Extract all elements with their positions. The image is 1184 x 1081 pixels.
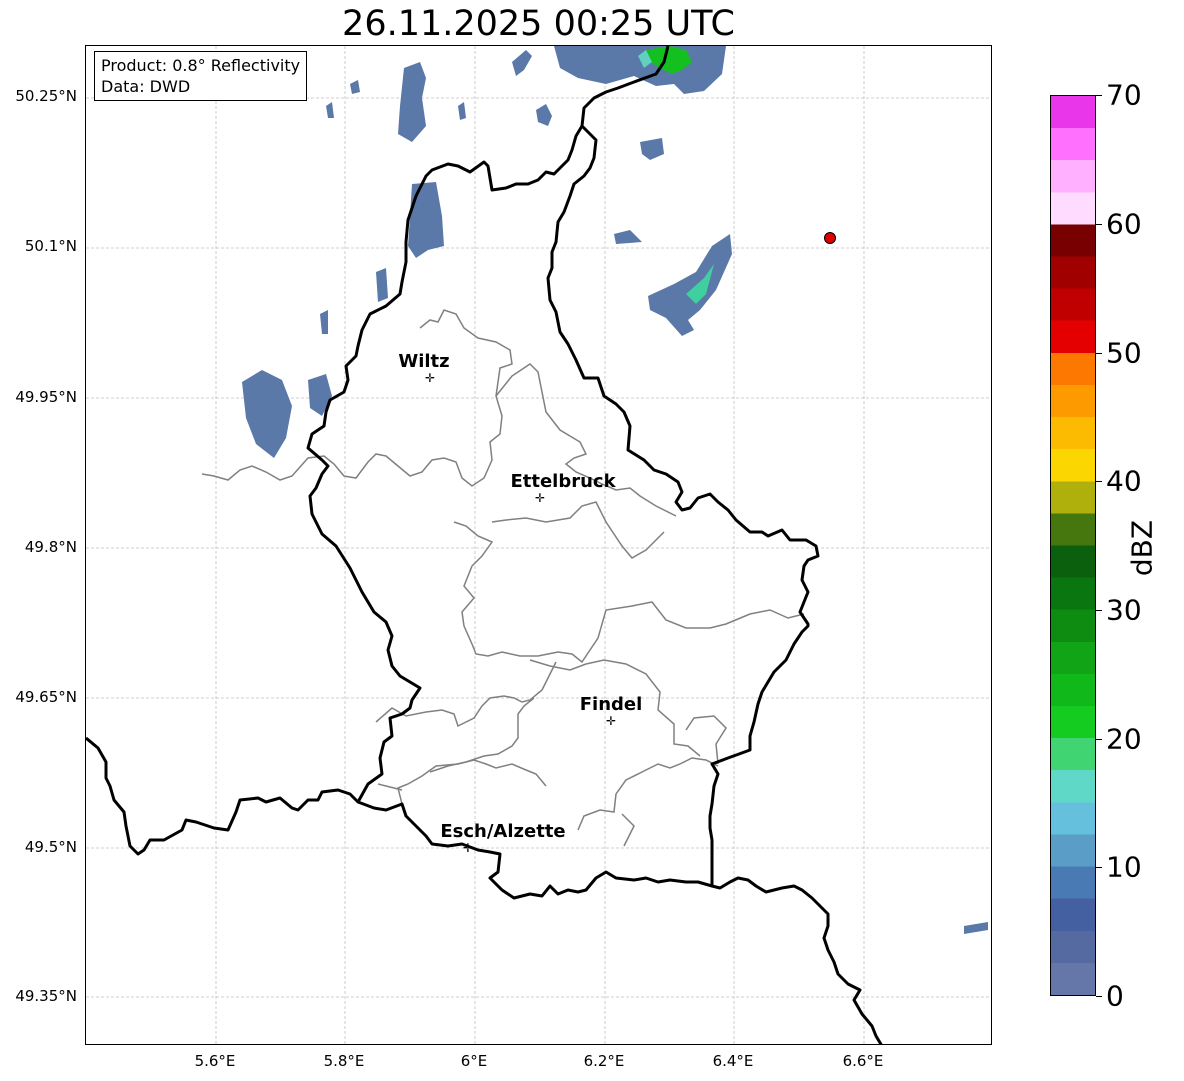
colorbar-tick-label: 30 xyxy=(1106,593,1142,627)
map-canvas xyxy=(86,46,991,1044)
product-info-box: Product: 0.8° Reflectivity Data: DWD xyxy=(94,51,308,101)
colorbar-tick-mark xyxy=(1096,224,1102,225)
echo-top-small-2 xyxy=(512,50,532,76)
colorbar-tick-label: 0 xyxy=(1106,979,1124,1013)
colorbar-tick-mark xyxy=(1096,739,1102,740)
colorbar-tick-mark xyxy=(1096,610,1102,611)
city-marker-icon: ✛ xyxy=(534,491,546,505)
echo-top-small-3 xyxy=(458,102,466,120)
echo-far-east xyxy=(964,922,988,934)
colorbar-tick-label: 10 xyxy=(1106,850,1142,884)
colorbar-tick-mark xyxy=(1096,95,1102,96)
echo-top-small-6 xyxy=(326,102,334,118)
colorbar-tick-label: 50 xyxy=(1106,336,1142,370)
colorbar-tick-label: 70 xyxy=(1106,78,1142,112)
lon-label: 5.6°E xyxy=(194,1052,236,1070)
lat-label: 49.35°N xyxy=(15,987,77,1005)
city-marker-icon: ✛ xyxy=(605,714,617,728)
echo-west-right xyxy=(308,374,332,416)
radar-site-marker xyxy=(824,232,836,244)
city-label-wiltz: Wiltz xyxy=(398,351,450,372)
lon-label: 6.2°E xyxy=(583,1052,625,1070)
echo-west-mid xyxy=(376,268,388,302)
colorbar-label: dBZ xyxy=(1125,519,1159,577)
lat-label: 49.8°N xyxy=(24,538,77,556)
echo-top-small-5 xyxy=(350,80,360,94)
echo-east-main xyxy=(648,234,732,336)
echo-west-small xyxy=(320,310,328,334)
colorbar-tick-label: 60 xyxy=(1106,207,1142,241)
lon-label: 6.6°E xyxy=(842,1052,884,1070)
echo-mid-north xyxy=(408,182,444,258)
colorbar-tick-mark xyxy=(1096,353,1102,354)
colorbar-tick-mark xyxy=(1096,481,1102,482)
echo-east-upper xyxy=(640,138,664,160)
colorbar-tick-label: 40 xyxy=(1106,464,1142,498)
lon-label: 6°E xyxy=(460,1052,488,1070)
echo-west-left xyxy=(242,370,292,458)
echo-top-small-4 xyxy=(536,104,552,126)
lat-label: 49.5°N xyxy=(24,838,77,856)
echo-east-small xyxy=(614,230,642,244)
echo-north-cluster xyxy=(554,46,726,94)
colorbar-tick-label: 20 xyxy=(1106,722,1142,756)
city-marker-icon: ✛ xyxy=(424,371,436,385)
city-marker-icon: ✛ xyxy=(462,841,474,855)
colorbar-tick-mark xyxy=(1096,867,1102,868)
colorbar xyxy=(1050,95,1096,996)
map-title: 26.11.2025 00:25 UTC xyxy=(342,4,735,44)
city-label-esch-alzette: Esch/Alzette xyxy=(440,821,566,842)
city-label-findel: Findel xyxy=(579,694,643,715)
colorbar-tick-mark xyxy=(1096,996,1102,997)
country-borders xyxy=(86,46,883,1044)
lat-label: 49.65°N xyxy=(15,688,77,706)
lat-label: 49.95°N xyxy=(15,388,77,406)
lat-label: 50.25°N xyxy=(15,87,77,105)
map-area[interactable] xyxy=(85,45,992,1045)
lon-label: 6.4°E xyxy=(712,1052,754,1070)
lon-label: 5.8°E xyxy=(323,1052,365,1070)
product-label: Product: 0.8° Reflectivity xyxy=(101,56,301,75)
city-label-ettelbruck: Ettelbruck xyxy=(510,471,616,492)
echo-top-small-1 xyxy=(398,62,426,142)
source-label: Data: DWD xyxy=(101,77,191,96)
lat-label: 50.1°N xyxy=(24,237,77,255)
